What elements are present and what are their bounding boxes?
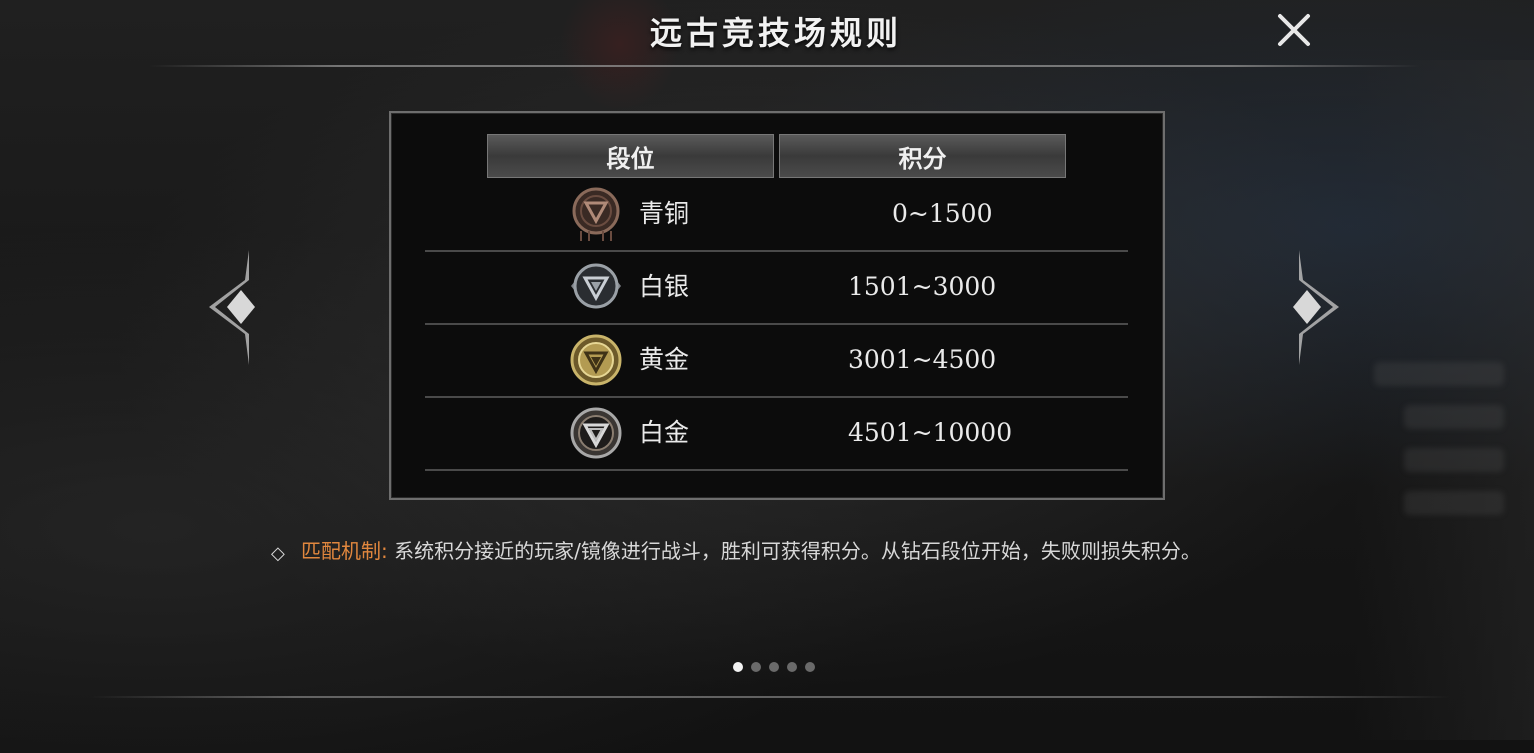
table-row: 白银 1501~3000 xyxy=(425,250,1128,325)
background-blur xyxy=(1374,362,1504,386)
score-column-header: 积分 xyxy=(779,134,1066,178)
bottom-divider xyxy=(90,696,1450,698)
page-indicator xyxy=(733,662,815,672)
page-dot[interactable] xyxy=(769,662,779,672)
silver-badge-icon xyxy=(571,263,621,309)
rules-screen: 远古竞技场规则 段位 积分 青铜 0~1500 白银 1501~3000 黄金 … xyxy=(0,0,1534,753)
diamond-bullet-icon: ◇ xyxy=(271,543,285,564)
score-range: 4501~10000 xyxy=(848,418,1013,447)
bronze-badge-icon xyxy=(572,187,620,241)
background-blur xyxy=(1404,491,1504,515)
page-dot-active[interactable] xyxy=(733,662,743,672)
page-dot[interactable] xyxy=(805,662,815,672)
close-icon[interactable] xyxy=(1276,12,1312,48)
score-range: 3001~4500 xyxy=(848,345,997,374)
rank-name: 白银 xyxy=(639,272,690,301)
rank-table: 段位 积分 青铜 0~1500 白银 1501~3000 黄金 3001~450… xyxy=(389,111,1165,500)
rule-description: 系统积分接近的玩家/镜像进行战斗，胜利可获得积分。从钻石段位开始，失败则损失积分… xyxy=(394,539,1201,563)
background-blur xyxy=(1404,405,1504,429)
prev-page-arrow-icon[interactable] xyxy=(205,250,265,365)
rank-name: 黄金 xyxy=(639,345,690,374)
rank-column-header: 段位 xyxy=(487,134,774,178)
score-range: 1501~3000 xyxy=(848,272,997,301)
page-dot[interactable] xyxy=(787,662,797,672)
score-range: 0~1500 xyxy=(892,199,993,228)
matching-rule: ◇ 匹配机制: 系统积分接近的玩家/镜像进行战斗，胜利可获得积分。从钻石段位开始… xyxy=(271,537,1271,566)
next-page-arrow-icon[interactable] xyxy=(1283,250,1343,365)
table-row: 青铜 0~1500 xyxy=(425,177,1128,252)
title-divider xyxy=(150,65,1420,67)
rule-label: 匹配机制: xyxy=(301,539,388,563)
rank-name: 青铜 xyxy=(639,199,690,228)
platinum-badge-icon xyxy=(570,407,622,459)
page-dot[interactable] xyxy=(751,662,761,672)
background-right-panel xyxy=(1354,60,1534,740)
rule-body: 匹配机制: 系统积分接近的玩家/镜像进行战斗，胜利可获得积分。从钻石段位开始，失… xyxy=(271,537,1271,566)
table-row: 黄金 3001~4500 xyxy=(425,323,1128,398)
rank-name: 白金 xyxy=(639,418,690,447)
table-row: 白金 4501~10000 xyxy=(425,396,1128,471)
gold-badge-icon xyxy=(570,334,622,386)
background-blur xyxy=(1404,448,1504,472)
